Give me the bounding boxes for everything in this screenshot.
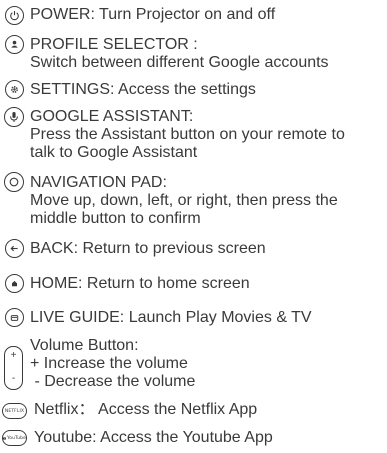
plus-symbol: + [10, 350, 17, 361]
settings-icon [5, 80, 24, 99]
item-text: Switch between different Google accounts [30, 54, 329, 71]
item-text: Netflix： Access the Netflix App [34, 401, 258, 418]
minus-symbol: - [11, 373, 16, 384]
item-text: HOME: Return to home screen [30, 275, 250, 292]
item-text: SETTINGS: Access the settings [30, 81, 256, 98]
navigation-pad-icon [4, 172, 24, 192]
microphone-icon [4, 107, 24, 127]
item-text: + Increase the volume [30, 355, 188, 372]
item-heading: NAVIGATION PAD: [30, 174, 167, 191]
live-guide-icon [5, 308, 24, 327]
item-text: Press the Assistant button on your remot… [30, 126, 345, 143]
netflix-badge-text: NETFLIX [4, 408, 25, 414]
item-text: Move up, down, left, or right, then pres… [30, 192, 338, 209]
home-icon [5, 274, 24, 293]
item-text: middle button to confirm [30, 210, 201, 227]
item-heading: GOOGLE ASSISTANT: [30, 108, 194, 125]
volume-rocker-icon: + - [4, 346, 23, 390]
youtube-badge-icon: YouTube [2, 430, 27, 446]
item-heading: Volume Button: [30, 337, 139, 354]
item-text: - Decrease the volume [30, 373, 196, 390]
profile-icon [5, 35, 24, 54]
back-arrow-icon [5, 239, 24, 258]
item-text: talk to Google Assistant [30, 144, 198, 161]
item-text: Youtube: Access the Youtube App [34, 429, 273, 446]
item-text: LIVE GUIDE: Launch Play Movies & TV [30, 309, 312, 326]
item-text: POWER: Turn Projector on and off [30, 6, 276, 23]
netflix-badge-icon: NETFLIX [2, 403, 27, 419]
item-heading: PROFILE SELECTOR : [30, 36, 198, 53]
power-icon [5, 6, 24, 25]
item-text: BACK: Return to previous screen [30, 240, 266, 257]
youtube-badge-text: YouTube [7, 435, 26, 441]
